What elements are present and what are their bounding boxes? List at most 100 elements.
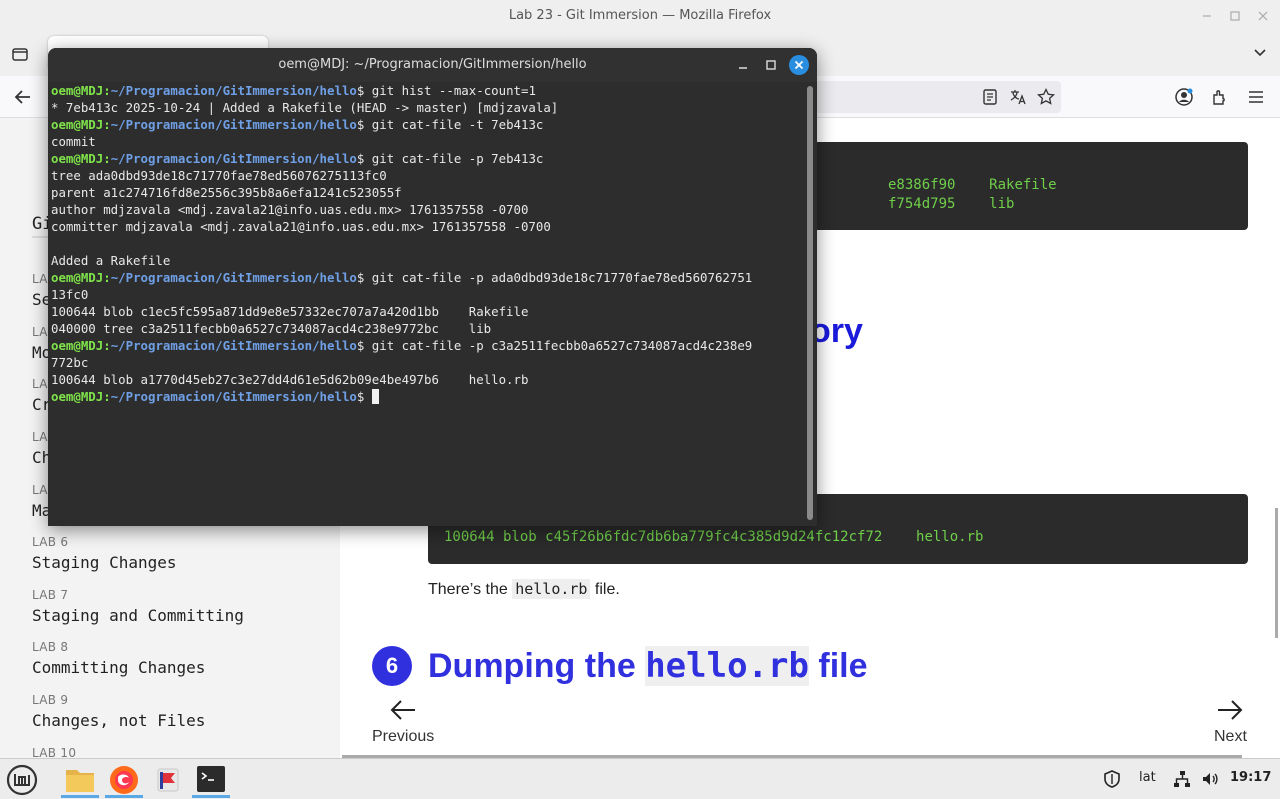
terminal-output-line: 100644 blob a1770d45eb27c3e27dd4d61e5d62… [51,371,805,388]
terminal-command-line: oem@MDJ:~/Programacion/GitImmersion/hell… [51,151,544,166]
clock[interactable]: 19:17 [1230,770,1271,785]
lab-name: Committing Changes [32,658,206,677]
inline-code: hello.rb [512,579,591,599]
terminal-output-line: tree ada0dbd93de18c71770fae78ed560762751… [51,167,805,184]
maximize-icon[interactable] [1226,7,1244,25]
lab-number: LAB 6 [32,535,69,549]
lab-name: Staging Changes [32,553,177,572]
prompt-path: ~/Programacion/GitImmersion/hello [110,338,357,353]
sidebar-item-lab-10[interactable]: LAB 10 [32,746,76,758]
line-text: $ git cat-file -p ada0dbd93de18c71770fae… [356,270,753,285]
line-text: 772bc [51,355,89,370]
prompt-user: oem@MDJ [51,338,104,353]
account-icon[interactable] [1174,87,1194,107]
line-text: $ git cat-file -p 7eb413c [356,151,544,166]
terminal-output-line: commit [51,133,805,150]
shield-icon[interactable] [1102,769,1122,793]
terminal-output-line: 772bc [51,354,805,371]
chevron-down-icon[interactable] [1252,44,1268,60]
prompt-path: ~/Programacion/GitImmersion/hello [110,83,357,98]
scrollbar-thumb[interactable] [807,86,813,520]
keyboard-layout-indicator[interactable]: lat [1139,770,1156,785]
terminal-command-line: oem@MDJ:~/Programacion/GitImmersion/hell… [51,388,805,405]
prompt-user: oem@MDJ [51,270,104,285]
next-link[interactable]: Next [1214,698,1247,746]
window-title: Lab 23 - Git Immersion — Mozilla Firefox [508,8,772,23]
terminal-output-line: Added a Rakefile [51,252,805,269]
sidebar-item-lab-9[interactable]: LAB 9 Changes, not Files [32,693,205,730]
terminal-window[interactable]: oem@MDJ: ~/Programacion/GitImmersion/hel… [48,48,817,526]
browser-titlebar: Lab 23 - Git Immersion — Mozilla Firefox [0,0,1280,32]
menu-hamburger-icon[interactable] [1246,87,1266,107]
terminal-command-line: oem@MDJ:~/Programacion/GitImmersion/hell… [51,83,536,98]
line-text: committer mdjzavala <mdj.zavala21@info.u… [51,219,551,234]
software-manager-icon[interactable] [149,761,187,798]
line-text: 100644 blob c1ec5fc595a871dd9e8e57332ec7… [51,304,529,319]
line-text: * 7eb413c 2025-10-24 | Added a Rakefile … [51,100,559,115]
terminal-command-line: oem@MDJ:~/Programacion/GitImmersion/hell… [51,270,753,285]
code-hash: e8386f90 [888,177,956,193]
line-text: $ git cat-file -p c3a2511fecbb0a6527c734… [356,338,753,353]
prompt-path: ~/Programacion/GitImmersion/hello [110,389,357,404]
terminal-output-line: committer mdjzavala <mdj.zavala21@info.u… [51,218,805,235]
mint-menu-icon[interactable] [3,761,41,798]
line-text: 040000 tree c3a2511fecbb0a6527c734087acd… [51,321,492,336]
terminal-scrollbar[interactable] [807,86,813,526]
line-text: $ [356,389,372,404]
line-text: $ git hist --max-count=1 [356,83,536,98]
prompt-user: oem@MDJ [51,117,104,132]
previous-link[interactable]: Previous [372,698,434,746]
terminal-command-line: oem@MDJ:~/Programacion/GitImmersion/hell… [51,117,544,132]
lab-number: LAB 10 [32,746,77,758]
network-icon[interactable] [1172,769,1192,793]
tab-list-icon[interactable] [10,44,30,64]
lab-number: LAB 8 [32,640,69,654]
extensions-icon[interactable] [1210,87,1230,107]
code-filename: lib [989,196,1015,212]
lab-name: Changes, not Files [32,711,206,730]
lab-number: LAB 9 [32,693,69,707]
close-icon[interactable] [1254,7,1272,25]
prompt-path: ~/Programacion/GitImmersion/hello [110,151,357,166]
line-text: 100644 blob a1770d45eb27c3e27dd4d61e5d62… [51,372,529,387]
line-text: commit [51,134,96,149]
vertical-scrollbar[interactable] [1275,508,1278,638]
lab-name: Staging and Committing [32,606,244,625]
translate-icon[interactable] [1008,87,1028,107]
files-icon[interactable] [61,761,99,798]
firefox-icon[interactable] [105,761,143,798]
line-text: 13fc0 [51,287,89,302]
terminal-command-line: oem@MDJ:~/Programacion/GitImmersion/hell… [51,338,753,353]
line-text: parent a1c274716fd8e2556c395b8a6efa1241c… [51,185,402,200]
section-title-code: hello.rb [645,646,809,686]
arrow-right-icon [1218,700,1243,720]
line-text: $ git cat-file -t 7eb413c [356,117,544,132]
bookmark-star-icon[interactable] [1036,87,1056,107]
prompt-path: ~/Programacion/GitImmersion/hello [110,117,357,132]
volume-icon[interactable] [1200,769,1220,793]
arrow-left-icon [390,700,416,720]
minimize-icon[interactable] [734,56,752,74]
prompt-user: oem@MDJ [51,83,104,98]
maximize-icon[interactable] [762,56,780,74]
paragraph: There’s the hello.rb file. [428,579,620,599]
sidebar-item-lab-6[interactable]: LAB 6 Staging Changes [32,535,177,572]
minimize-icon[interactable] [1198,7,1216,25]
section-number-badge: 6 [372,646,412,686]
terminal-titlebar[interactable]: oem@MDJ: ~/Programacion/GitImmersion/hel… [48,48,817,82]
back-arrow-icon[interactable] [12,86,34,108]
terminal-cursor [371,389,379,404]
terminal-output[interactable]: oem@MDJ:~/Programacion/GitImmersion/hell… [51,82,805,522]
sidebar-item-lab-8[interactable]: LAB 8 Committing Changes [32,640,205,677]
terminal-output-line: parent a1c274716fd8e2556c395b8a6efa1241c… [51,184,805,201]
prompt-user: oem@MDJ [51,151,104,166]
reader-view-icon[interactable] [980,87,1000,107]
terminal-icon[interactable] [192,761,230,798]
close-button[interactable] [789,55,809,75]
terminal-output-line: * 7eb413c 2025-10-24 | Added a Rakefile … [51,99,805,116]
sidebar-item-lab-7[interactable]: LAB 7 Staging and Committing [32,588,244,625]
lab-number: LAB 7 [32,588,69,602]
taskbar: lat 19:17 [0,758,1280,799]
section-title: Dumping the hello.rb file [428,646,868,686]
